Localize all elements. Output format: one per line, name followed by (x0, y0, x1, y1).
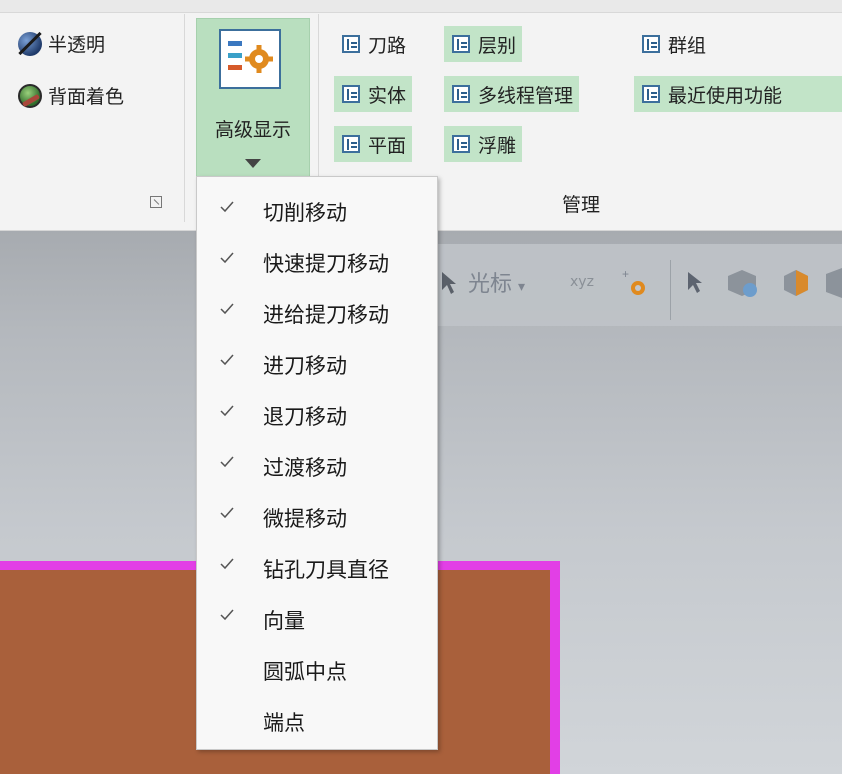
checkmark-icon (220, 405, 234, 417)
checkmark-icon (220, 507, 234, 519)
manage-levels-button[interactable]: 层别 (444, 26, 523, 62)
menu-item-label: 过渡移动 (263, 456, 347, 480)
manage-toolpaths-button[interactable]: 刀路 (334, 26, 412, 62)
menu-item-label: 切削移动 (263, 201, 347, 225)
translucent-sphere-icon (18, 31, 42, 56)
menu-item-label: 快速提刀移动 (263, 252, 389, 276)
menu-item-label: 进刀移动 (263, 354, 347, 378)
toolpaths-label: 刀路 (368, 34, 407, 57)
checkmark-icon (220, 354, 234, 366)
checkmark-icon (220, 558, 234, 570)
cursor-icon[interactable] (440, 270, 458, 296)
checkmark-icon (220, 609, 234, 621)
manage-planes-button[interactable]: 平面 (334, 126, 413, 162)
select-arrow-icon[interactable] (686, 270, 704, 294)
cursor-label: 光标 (468, 272, 513, 297)
toolbar-manager-icon (642, 35, 660, 53)
manage-groups-button[interactable]: 群组 (634, 26, 712, 62)
levels-label: 层别 (478, 34, 517, 57)
planes-label: 平面 (368, 134, 407, 157)
partial-icon[interactable] (826, 268, 842, 298)
toolbar-manager-icon (342, 85, 360, 103)
xyz-icon[interactable]: xyz (570, 274, 594, 290)
menu-item-label: 端点 (263, 711, 305, 735)
menu-item-label: 钻孔刀具直径 (263, 558, 389, 582)
toolbar-manager-icon (342, 35, 360, 53)
toolbar-manager-icon (342, 135, 360, 153)
manage-recent-functions-button[interactable]: 最近使用功能 (634, 76, 842, 112)
manage-relief-button[interactable]: 浮雕 (444, 126, 523, 162)
ribbon-separator (184, 14, 185, 222)
gear-add-icon[interactable]: + (622, 268, 650, 298)
menu-item-transition-moves[interactable]: 过渡移动 (197, 440, 437, 491)
solid-select-icon[interactable] (724, 266, 760, 298)
dialog-launcher-icon[interactable] (150, 196, 162, 208)
checkmark-icon (220, 252, 234, 264)
svg-text:+: + (622, 268, 629, 281)
menu-item-vectors[interactable]: 向量 (197, 593, 437, 644)
cursor-dropdown[interactable]: 光标 ▾ (468, 266, 525, 298)
advanced-display-settings-icon (219, 29, 281, 89)
toolbar-manager-icon (452, 35, 470, 53)
groups-label: 群组 (668, 34, 707, 57)
ribbon-top-strip (0, 0, 842, 13)
recent-functions-label: 最近使用功能 (668, 84, 783, 107)
manage-multithread-button[interactable]: 多线程管理 (444, 76, 580, 112)
toolbar-manager-icon (452, 135, 470, 153)
advanced-display-button[interactable]: 高级显示 (196, 18, 310, 178)
translucent-button[interactable]: 半透明 (18, 30, 105, 57)
menu-item-rapid-retract-moves[interactable]: 快速提刀移动 (197, 236, 437, 287)
menu-item-label: 进给提刀移动 (263, 303, 389, 327)
toolbar-separator (670, 260, 671, 320)
menu-item-label: 向量 (263, 609, 305, 633)
relief-label: 浮雕 (478, 134, 517, 157)
menu-item-entry-moves[interactable]: 进刀移动 (197, 338, 437, 389)
translucent-label: 半透明 (48, 34, 106, 56)
face-select-icon[interactable] (780, 266, 812, 298)
toolbar-manager-icon (642, 85, 660, 103)
menu-item-endpoints[interactable]: 端点 (197, 695, 437, 746)
manage-solids-button[interactable]: 实体 (334, 76, 413, 112)
menu-item-cutting-moves[interactable]: 切削移动 (197, 185, 437, 236)
backface-shading-icon (18, 83, 42, 108)
menu-item-micro-lift-moves[interactable]: 微提移动 (197, 491, 437, 542)
menu-item-label: 微提移动 (263, 507, 347, 531)
checkmark-icon (220, 456, 234, 468)
checkmark-icon (220, 303, 234, 315)
chevron-down-icon: ▾ (518, 279, 526, 295)
manage-group-label: 管理 (562, 194, 601, 216)
backface-shading-label: 背面着色 (48, 86, 125, 108)
checkmark-icon (220, 201, 234, 213)
menu-item-arc-midpoints[interactable]: 圆弧中点 (197, 644, 437, 695)
backface-shading-button[interactable]: 背面着色 (18, 82, 124, 109)
menu-item-drill-tool-diameter[interactable]: 钻孔刀具直径 (197, 542, 437, 593)
advanced-display-dropdown-menu: 切削移动 快速提刀移动 进给提刀移动 进刀移动 退刀移动 过渡移动 微提移动 钻… (196, 176, 438, 750)
menu-item-feed-retract-moves[interactable]: 进给提刀移动 (197, 287, 437, 338)
dropdown-arrow-icon (245, 159, 261, 168)
toolbar-manager-icon (452, 85, 470, 103)
menu-item-exit-moves[interactable]: 退刀移动 (197, 389, 437, 440)
multithread-label: 多线程管理 (478, 84, 574, 107)
menu-item-label: 退刀移动 (263, 405, 347, 429)
menu-item-label: 圆弧中点 (263, 660, 347, 684)
solids-label: 实体 (368, 84, 407, 107)
advanced-display-label: 高级显示 (214, 119, 291, 141)
